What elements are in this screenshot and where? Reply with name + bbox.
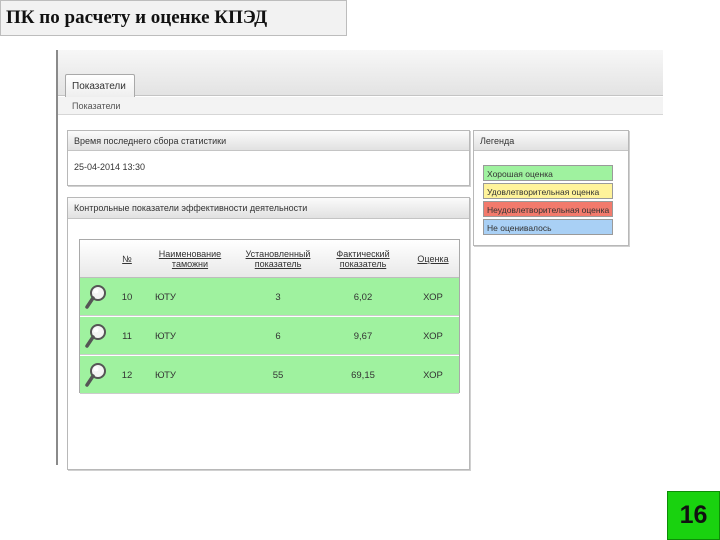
tab-bar: Показатели [58,50,663,97]
cell-number: 12 [121,369,133,381]
cell-target: 3 [275,291,281,303]
magnifier-icon[interactable] [82,317,110,355]
kpi-panel-title: Контрольные показатели эффективности дея… [68,198,469,219]
magnifier-icon[interactable] [82,356,110,394]
legend-panel-title: Легенда [474,131,628,151]
tab-indicators[interactable]: Показатели [65,74,135,97]
cell-number: 11 [122,330,132,342]
legend-item-good: Хорошая оценка [483,165,613,181]
page-number: 16 [667,491,720,540]
table-header: № Наименование таможни Установленный пок… [80,240,459,278]
legend-item-not-rated: Не оценивалось [483,219,613,235]
cell-actual: 9,67 [353,330,373,342]
cell-target: 55 [272,369,284,381]
legend-item-unsatisfactory: Неудовлетворительная оценка [483,201,613,217]
table-row: 10 ЮТУ 3 6,02 ХОР [80,278,459,316]
column-header-number[interactable]: № [112,240,142,278]
cell-number: 10 [121,291,133,303]
column-header-rating[interactable]: Оценка [408,240,458,278]
column-header-actual[interactable]: Фактический показатель [330,240,396,278]
slide-title: ПК по расчету и оценке КПЭД [0,0,347,36]
cell-customs: ЮТУ [155,330,176,342]
column-header-target[interactable]: Установленный показатель [238,240,318,278]
cell-target: 6 [275,330,281,342]
legend-item-satisfactory: Удовлетворительная оценка [483,183,613,199]
table-row: 12 ЮТУ 55 69,15 ХОР [80,356,459,394]
app-window: Показатели Показатели Время последнего с… [56,50,663,470]
last-collection-time: 25-04-2014 13:30 [74,162,146,172]
kpi-panel: Контрольные показатели эффективности дея… [67,197,470,470]
cell-rating: ХОР [423,291,443,303]
legend-panel: Легенда Хорошая оценка Удовлетворительна… [473,130,629,246]
kpi-table: № Наименование таможни Установленный пок… [79,239,460,394]
cell-actual: 69,15 [351,369,375,381]
legend-list: Хорошая оценка Удовлетворительная оценка… [474,151,628,235]
cell-customs: ЮТУ [155,369,176,381]
stats-panel: Время последнего сбора статистики 25-04-… [67,130,470,186]
breadcrumb: Показатели [58,97,663,115]
magnifier-icon[interactable] [82,278,110,316]
cell-rating: ХОР [423,369,443,381]
cell-rating: ХОР [423,330,443,342]
table-row: 11 ЮТУ 6 9,67 ХОР [80,317,459,355]
cell-customs: ЮТУ [155,291,176,303]
stats-panel-title: Время последнего сбора статистики [68,131,469,151]
cell-actual: 6,02 [353,291,373,303]
column-header-customs[interactable]: Наименование таможни [150,240,230,278]
